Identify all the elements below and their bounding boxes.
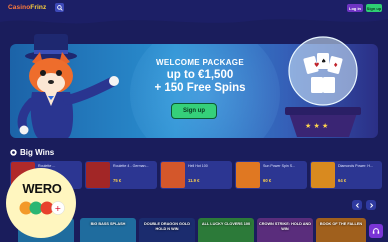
- game-tile[interactable]: CROWN STRIKE: HOLD AND WIN: [257, 218, 313, 242]
- chat-support-button[interactable]: [369, 224, 383, 238]
- search-icon: [56, 4, 63, 11]
- win-card[interactable]: Roulette 4 - German... 75 €: [85, 161, 157, 189]
- fox-mascot-illustration: [17, 34, 119, 138]
- svg-text:+: +: [55, 204, 62, 213]
- game-tile-title: BIG BASS SPLASH: [90, 222, 126, 226]
- game-tile[interactable]: BOOK OF THE FALLEN: [316, 218, 366, 242]
- win-game-thumbnail: [86, 162, 110, 188]
- search-button[interactable]: [55, 3, 64, 12]
- game-tile-title: ALL LUCKY CLOVERS 100: [201, 222, 251, 226]
- win-game-thumbnail: [161, 162, 185, 188]
- win-amount: 60 €: [263, 178, 272, 183]
- svg-text:★ ★ ★: ★ ★ ★: [305, 122, 328, 130]
- game-tile[interactable]: DOUBLE DRAGON GOLD HOLD N WIN: [139, 218, 195, 242]
- wero-brand-icons: +: [19, 201, 65, 215]
- promo-signup-button[interactable]: Sign up: [171, 103, 217, 119]
- svg-text:♠: ♠: [321, 58, 326, 65]
- win-game-name: Diamonds Power: H...: [338, 164, 373, 168]
- game-tile-title: BOOK OF THE FALLEN: [319, 222, 363, 226]
- big-wins-title: Big Wins: [20, 148, 55, 157]
- win-game-thumbnail: [236, 162, 260, 188]
- carousel-next-button[interactable]: [366, 200, 376, 210]
- carousel-prev-button[interactable]: [352, 200, 362, 210]
- win-amount: 64 €: [338, 178, 347, 183]
- win-card[interactable]: Sun Power Spin S... 60 €: [235, 161, 307, 189]
- win-card[interactable]: Hell Hot 100 11.9 €: [160, 161, 232, 189]
- chevron-left-icon: [355, 202, 359, 208]
- svg-text:♦: ♦: [333, 62, 338, 69]
- crystal-ball-illustration: ♥ ♠ ♦ ★ ★ ★: [285, 36, 361, 137]
- big-wins-heading: Big Wins: [10, 148, 54, 157]
- trophy-icon: [10, 149, 17, 156]
- promo-bonus-amount: up to €1,500: [166, 69, 234, 81]
- game-tile[interactable]: ALL LUCKY CLOVERS 100: [198, 218, 254, 242]
- win-game-name: Roulette 4 - German...: [113, 164, 149, 168]
- promo-free-spins: + 150 Free Spins: [154, 82, 246, 94]
- logo-text-main: Casino: [8, 4, 31, 11]
- win-amount: 11.9 €: [188, 178, 200, 183]
- logo-text-accent: Frinz: [30, 4, 47, 11]
- game-tile[interactable]: BIG BASS SPLASH: [80, 218, 136, 242]
- win-card[interactable]: Diamonds Power: H... 64 €: [310, 161, 382, 189]
- chevron-right-icon: [369, 202, 373, 208]
- signup-button-header[interactable]: Sign up: [366, 4, 382, 12]
- win-game-name: Sun Power Spin S...: [263, 164, 296, 168]
- svg-text:♥: ♥: [314, 62, 319, 69]
- promo-title: WELCOME PACKAGE: [156, 58, 244, 67]
- wero-logo-text: WERO: [22, 181, 62, 196]
- win-amount: 75 €: [113, 178, 122, 183]
- headset-icon: [372, 228, 380, 234]
- game-tile-title: DOUBLE DRAGON GOLD HOLD N WIN: [144, 222, 190, 231]
- site-logo[interactable]: CasinoFrinz: [8, 4, 46, 11]
- win-game-thumbnail: [311, 162, 335, 188]
- game-tile-title: CROWN STRIKE: HOLD AND WIN: [259, 222, 311, 231]
- win-game-name: Hell Hot 100: [188, 164, 208, 168]
- login-button[interactable]: Log in: [347, 4, 363, 12]
